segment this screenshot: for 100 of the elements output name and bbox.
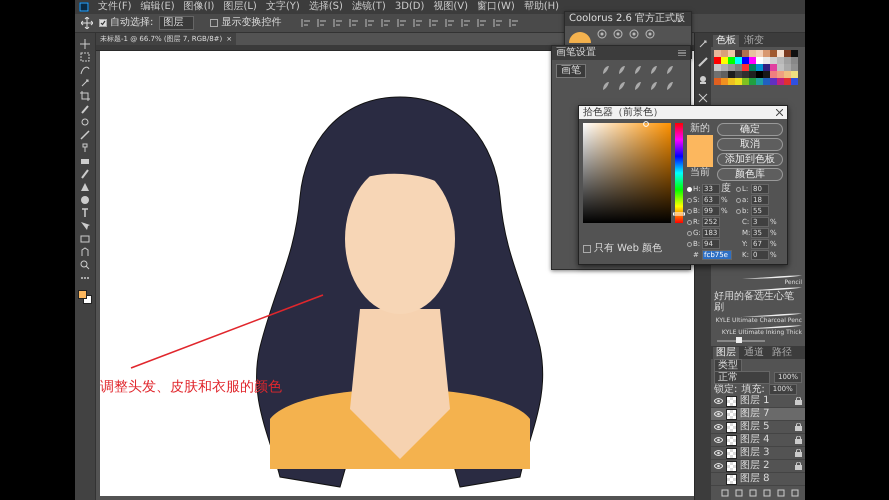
eye-icon[interactable] (714, 398, 723, 404)
radio-button[interactable] (687, 208, 692, 214)
checkbox[interactable] (583, 244, 591, 253)
panel-tab[interactable]: 通道 (741, 347, 767, 359)
align-icon[interactable] (365, 18, 376, 28)
align-icon[interactable] (381, 18, 392, 28)
tool-icon[interactable] (80, 78, 90, 88)
brush-tip-icon[interactable] (616, 64, 628, 76)
menu-item[interactable]: 文件(F) (98, 1, 132, 13)
menu-item[interactable]: 图像(I) (184, 1, 214, 13)
color-swatch[interactable] (777, 57, 784, 64)
radio-button[interactable] (736, 198, 741, 202)
layer-row[interactable]: 图层 2 (711, 460, 805, 473)
align-icon[interactable] (333, 18, 344, 28)
brush-tip-icon[interactable] (648, 64, 660, 76)
close-icon[interactable] (776, 109, 783, 116)
layer-row[interactable]: 图层 7 (711, 408, 805, 421)
color-swatch[interactable] (735, 57, 742, 64)
filter-dropdown[interactable]: 类型 (714, 358, 742, 372)
color-swatch[interactable] (763, 64, 770, 71)
checkbox[interactable] (99, 19, 107, 27)
menu-item[interactable]: 图层(L) (223, 1, 257, 13)
color-swatch[interactable] (728, 78, 735, 85)
layer-row[interactable]: 图层 4 (711, 434, 805, 447)
tool-icon[interactable] (80, 260, 90, 270)
color-swatch[interactable] (777, 50, 784, 57)
color-swatch[interactable] (721, 78, 728, 85)
brush-tip-icon[interactable] (632, 64, 644, 76)
radio-button[interactable] (736, 208, 741, 214)
color-swatch[interactable] (791, 64, 798, 71)
color-swatch[interactable] (777, 71, 784, 78)
color-swatch[interactable] (728, 57, 735, 64)
panel-icon[interactable] (698, 39, 708, 49)
panel-icon[interactable] (698, 75, 708, 85)
menu-item[interactable]: 滤镜(T) (352, 1, 386, 13)
panel-tab[interactable]: 渐变 (741, 35, 767, 47)
eye-icon[interactable] (714, 411, 723, 417)
layer-row[interactable]: 图层 3 (711, 447, 805, 460)
color-swatch[interactable] (770, 57, 777, 64)
panel-tab[interactable]: 路径 (769, 347, 795, 359)
radio-button[interactable] (687, 242, 692, 246)
eye-icon[interactable] (714, 450, 723, 456)
brush-name[interactable]: 好用的备选生心笔刷 (714, 291, 802, 313)
color-swatch[interactable] (756, 71, 763, 78)
target-dropdown[interactable]: 图层 (159, 16, 194, 30)
color-swatch[interactable] (784, 50, 791, 57)
tool-icon[interactable] (80, 39, 90, 49)
color-swatch[interactable] (749, 50, 756, 57)
color-swatch[interactable] (735, 50, 742, 57)
brush-tip-icon[interactable] (664, 80, 676, 92)
color-swatch[interactable] (784, 71, 791, 78)
color-swatch[interactable] (756, 64, 763, 71)
color-swatch[interactable] (714, 50, 721, 57)
foreground-color-swatch[interactable] (78, 290, 87, 299)
brush-tip-icon[interactable] (632, 80, 644, 92)
dialog-button[interactable]: 添加到色板 (717, 153, 783, 166)
color-swatch[interactable] (791, 57, 798, 64)
color-swatch[interactable] (728, 71, 735, 78)
menu-item[interactable]: 文字(Y) (266, 1, 300, 13)
radio-button[interactable] (687, 230, 692, 236)
color-swatch[interactable] (777, 78, 784, 85)
color-swatch[interactable] (770, 64, 777, 71)
menu-item[interactable]: 帮助(H) (524, 1, 560, 13)
eye-icon[interactable] (714, 424, 723, 430)
color-swatch[interactable] (791, 78, 798, 85)
color-swatch[interactable] (721, 71, 728, 78)
color-swatch[interactable] (763, 78, 770, 85)
color-swatch[interactable] (735, 78, 742, 85)
color-swatch[interactable] (791, 71, 798, 78)
brush-tip-icon[interactable] (616, 80, 628, 92)
color-swatch[interactable] (763, 50, 770, 57)
color-swatch[interactable] (749, 64, 756, 71)
color-swatch[interactable] (742, 78, 749, 85)
align-icon[interactable] (445, 18, 456, 28)
color-wheel-icon[interactable] (569, 29, 591, 43)
align-icon[interactable] (477, 18, 488, 28)
brush-tip-icon[interactable] (664, 64, 676, 76)
color-swatch[interactable] (784, 64, 791, 71)
radio-button[interactable] (687, 220, 692, 224)
color-swatch[interactable] (742, 64, 749, 71)
color-swatch[interactable] (784, 57, 791, 64)
slider-thumb[interactable] (736, 337, 742, 343)
dialog-button[interactable]: 颜色库 (717, 168, 783, 181)
color-swatch[interactable] (714, 78, 721, 85)
align-icon[interactable] (301, 18, 312, 28)
align-icon[interactable] (461, 18, 472, 28)
color-swatch[interactable] (756, 57, 763, 64)
blend-mode-dropdown[interactable]: 正常 (714, 370, 770, 384)
panel-tab[interactable]: 图层 (713, 347, 739, 359)
align-icon[interactable] (429, 18, 440, 28)
tool-icon[interactable] (80, 208, 90, 218)
color-swatch[interactable] (735, 64, 742, 71)
checkbox[interactable] (210, 19, 218, 27)
color-swatch[interactable] (756, 50, 763, 57)
dialog-button[interactable]: 确定 (717, 123, 783, 136)
brush-tip-icon[interactable] (600, 64, 612, 76)
color-swatch[interactable] (770, 71, 777, 78)
menu-item[interactable]: 窗口(W) (477, 1, 515, 13)
panel-tab[interactable]: 色板 (713, 35, 739, 47)
color-swatch[interactable] (742, 57, 749, 64)
